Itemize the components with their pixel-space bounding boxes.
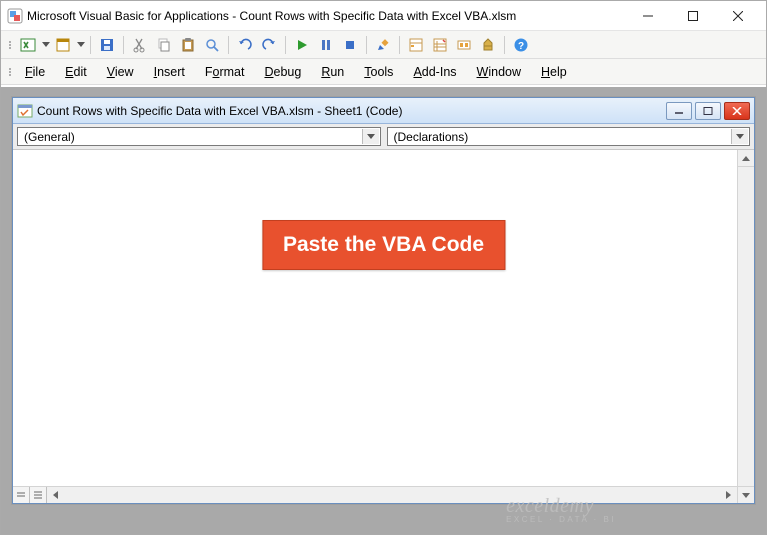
menu-addins[interactable]: Add-Ins (403, 62, 466, 82)
copy-button[interactable] (153, 34, 175, 56)
procedure-combo[interactable]: (Declarations) (387, 127, 751, 146)
scroll-left-button[interactable] (47, 487, 64, 503)
mdi-client-area: Count Rows with Specific Data with Excel… (1, 87, 766, 534)
menu-file[interactable]: File (15, 62, 55, 82)
break-button[interactable] (315, 34, 337, 56)
code-window: Count Rows with Specific Data with Excel… (12, 97, 755, 504)
menu-format[interactable]: Format (195, 62, 255, 82)
toolbox-button[interactable] (477, 34, 499, 56)
maximize-button[interactable] (670, 2, 715, 30)
toolbar-grip[interactable] (9, 41, 11, 49)
run-button[interactable] (291, 34, 313, 56)
menu-edit[interactable]: Edit (55, 62, 97, 82)
procedure-combo-value: (Declarations) (394, 130, 469, 144)
annotation-callout: Paste the VBA Code (262, 220, 505, 270)
object-combo[interactable]: (General) (17, 127, 381, 146)
chevron-down-icon (362, 129, 379, 144)
menu-tools[interactable]: Tools (354, 62, 403, 82)
watermark-subtext: EXCEL · DATA · BI (506, 515, 616, 524)
separator (228, 36, 229, 54)
separator (504, 36, 505, 54)
minimize-button[interactable] (625, 2, 670, 30)
menu-window[interactable]: Window (467, 62, 531, 82)
menu-help[interactable]: Help (531, 62, 577, 82)
code-window-title: Count Rows with Specific Data with Excel… (33, 104, 663, 118)
toolbar-grip[interactable] (9, 68, 11, 76)
menu-bar: File Edit View Insert Format Debug Run T… (1, 59, 766, 85)
menu-view[interactable]: View (97, 62, 144, 82)
mdi-close-button[interactable] (724, 102, 750, 120)
find-button[interactable] (201, 34, 223, 56)
separator (123, 36, 124, 54)
mdi-minimize-button[interactable] (666, 102, 692, 120)
reset-button[interactable] (339, 34, 361, 56)
separator (285, 36, 286, 54)
horizontal-scrollbar[interactable] (13, 486, 737, 503)
cut-button[interactable] (129, 34, 151, 56)
save-button[interactable] (96, 34, 118, 56)
menu-run[interactable]: Run (311, 62, 354, 82)
procedure-view-button[interactable] (13, 487, 30, 503)
code-editor[interactable]: Paste the VBA Code (13, 150, 754, 503)
mdi-maximize-button[interactable] (695, 102, 721, 120)
full-module-view-button[interactable] (30, 487, 47, 503)
code-window-titlebar[interactable]: Count Rows with Specific Data with Excel… (13, 98, 754, 124)
separator (399, 36, 400, 54)
help-button[interactable]: ? (510, 34, 532, 56)
scroll-up-button[interactable] (738, 150, 754, 167)
view-excel-button[interactable] (17, 34, 39, 56)
outer-window-titlebar: Microsoft Visual Basic for Applications … (1, 1, 766, 31)
dropdown-icon[interactable] (77, 42, 85, 47)
chevron-down-icon (731, 129, 748, 144)
object-browser-button[interactable] (453, 34, 475, 56)
standard-toolbar: ? (1, 31, 766, 59)
design-mode-button[interactable] (372, 34, 394, 56)
insert-userform-button[interactable] (52, 34, 74, 56)
redo-button[interactable] (258, 34, 280, 56)
code-window-icon (17, 103, 33, 119)
vertical-scrollbar[interactable] (737, 150, 754, 503)
code-dropdowns-row: (General) (Declarations) (13, 124, 754, 150)
separator (90, 36, 91, 54)
menu-insert[interactable]: Insert (144, 62, 195, 82)
svg-text:?: ? (518, 41, 524, 52)
properties-window-button[interactable] (429, 34, 451, 56)
vba-app-icon (7, 8, 23, 24)
undo-button[interactable] (234, 34, 256, 56)
close-button[interactable] (715, 2, 760, 30)
project-explorer-button[interactable] (405, 34, 427, 56)
dropdown-icon[interactable] (42, 42, 50, 47)
outer-window-title: Microsoft Visual Basic for Applications … (23, 9, 625, 23)
separator (366, 36, 367, 54)
menu-debug[interactable]: Debug (254, 62, 311, 82)
paste-button[interactable] (177, 34, 199, 56)
scroll-right-button[interactable] (720, 487, 737, 503)
object-combo-value: (General) (24, 130, 75, 144)
scroll-down-button[interactable] (738, 486, 754, 503)
